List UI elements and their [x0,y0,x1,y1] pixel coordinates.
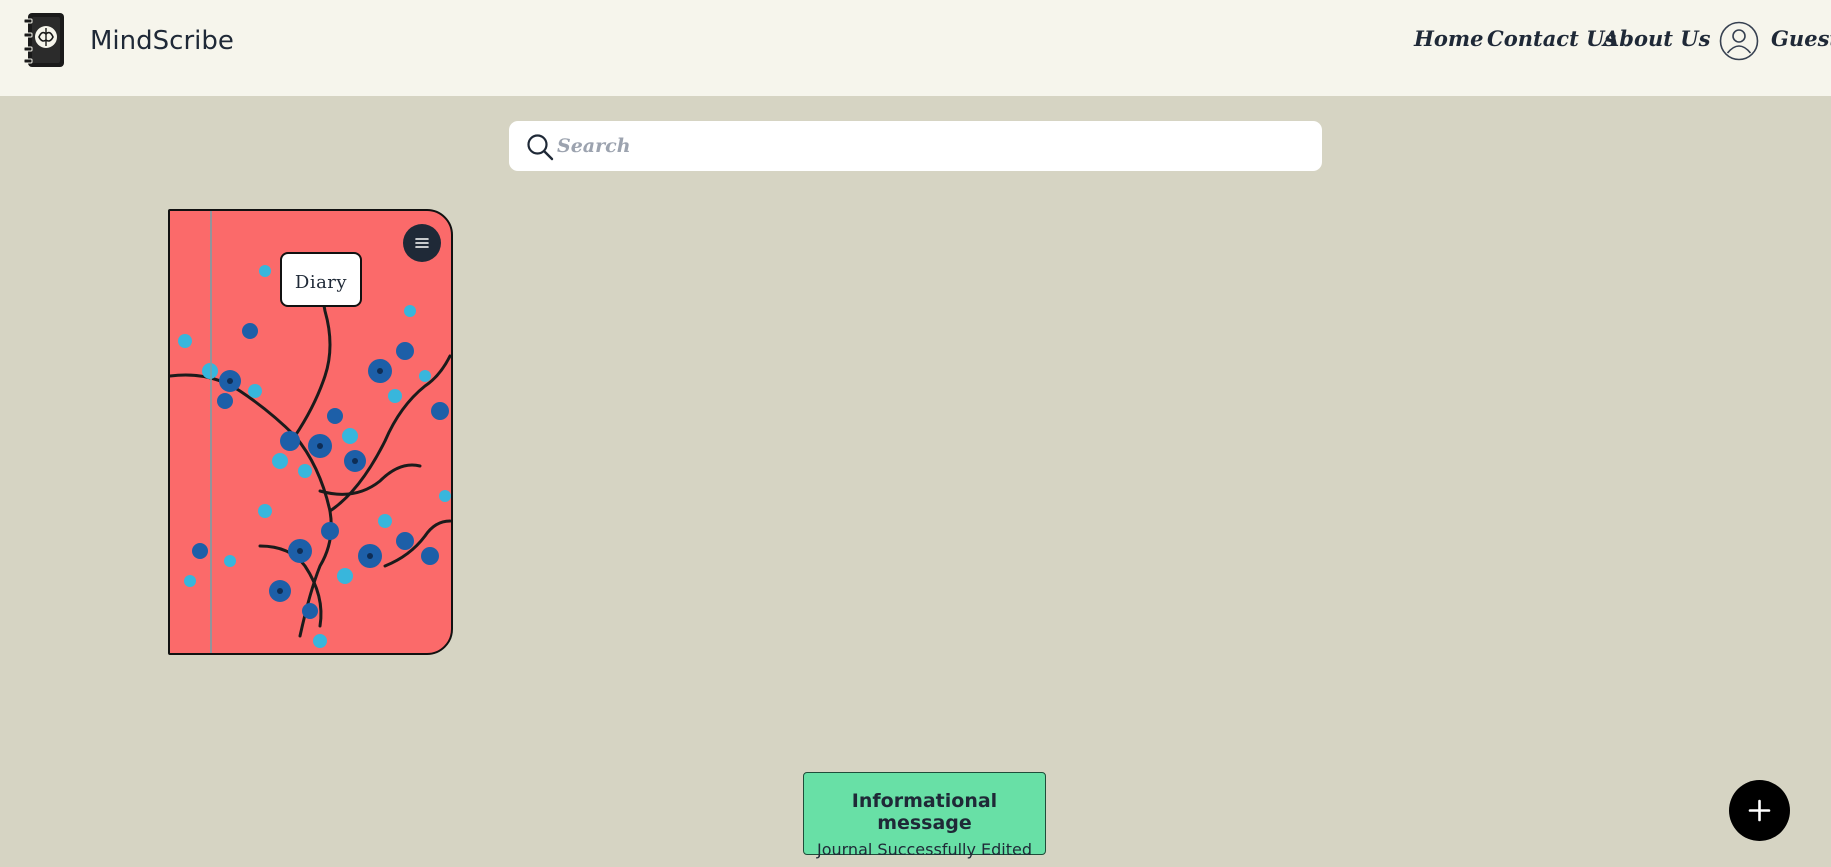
hamburger-menu-icon [415,238,429,248]
journal-menu-button[interactable] [403,224,441,262]
search-icon [527,134,554,161]
nav-link-about[interactable]: About Us [1603,26,1710,51]
nav-link-contact[interactable]: Contact Us [1487,26,1616,51]
add-journal-button[interactable] [1729,780,1790,841]
toast-message: Journal Successfully Edited [816,840,1033,859]
search-bar [509,121,1322,171]
journal-title: Diary [294,272,348,293]
nav-link-home[interactable]: Home [1414,26,1483,51]
user-name-label[interactable]: Guest [1771,26,1831,51]
journal-spine [210,211,212,653]
toast-notification: Informational message Journal Successful… [803,772,1046,859]
toast-title: Informational message [851,790,998,834]
user-circle-icon[interactable] [1719,21,1759,61]
journal-brain-icon[interactable] [22,11,68,71]
brand-name: MindScribe [90,26,234,56]
plus-icon [1748,799,1771,822]
journal-card[interactable]: Diary [168,209,453,655]
top-nav-bar: MindScribe Home Contact Us About Us Gues… [0,0,1831,96]
search-input[interactable] [557,127,1297,165]
journal-label: Diary [280,252,362,307]
